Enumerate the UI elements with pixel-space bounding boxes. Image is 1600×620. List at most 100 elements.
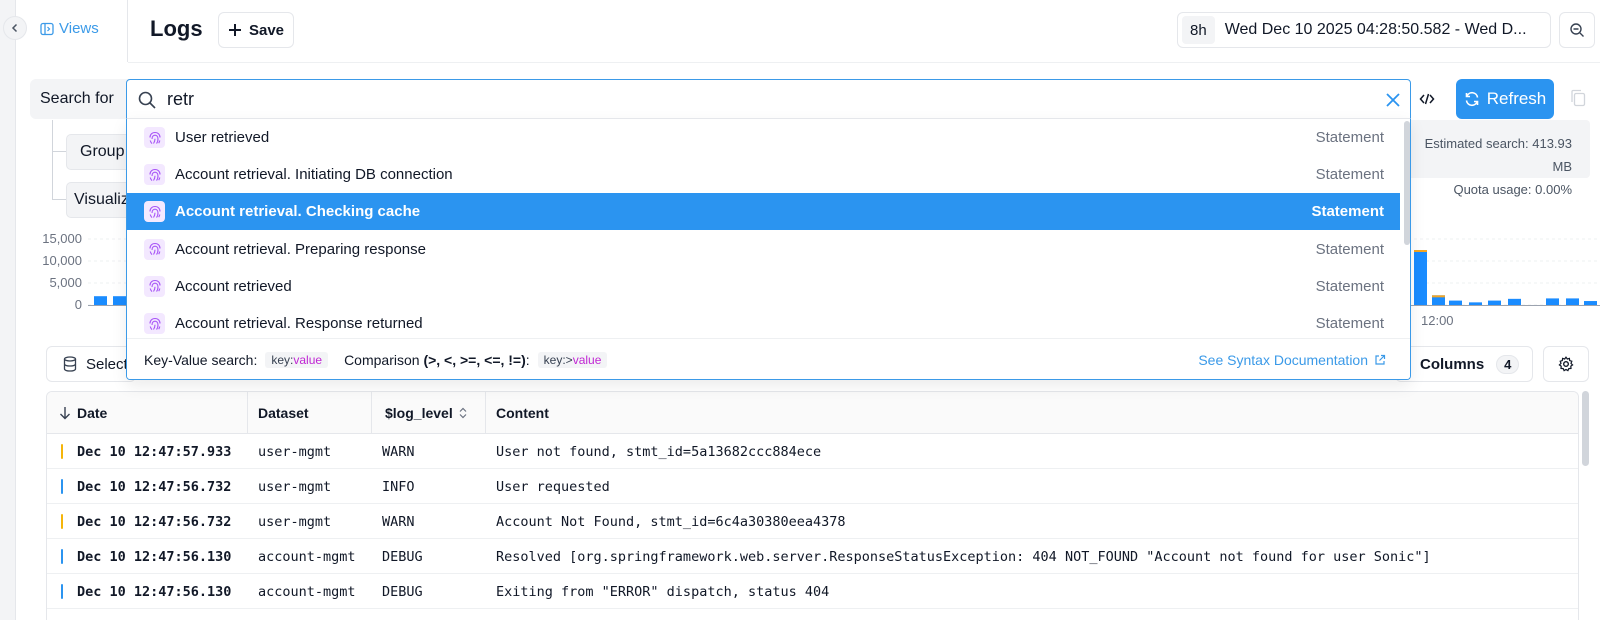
clear-search-button[interactable] [1383,90,1403,110]
suggestion-text: Account retrieval. Preparing response [175,240,426,258]
zoom-out-icon [1570,23,1584,37]
columns-label: Columns [1420,355,1485,373]
quota-usage-text: Quota usage: 0.00% [1453,182,1572,197]
table-row[interactable]: Dec 10 12:47:56.732 user-mgmt WARN Account … [47,504,1578,539]
search-input[interactable] [167,86,1347,112]
cell-date: Dec 10 12:47:56.732 [77,513,232,530]
cell-log-level: DEBUG [382,583,423,600]
suggestion-item[interactable]: User retrieved Statement [127,119,1400,156]
refresh-label: Refresh [1486,89,1547,108]
search-estimate-panel: Estimated search: 413.93 MB Quota usage:… [1405,120,1590,197]
cell-content: User requested [496,478,610,495]
comparison-example-value: value [572,353,602,367]
table-row[interactable]: Dec 10 12:47:56.732 user-mgmt INFO User req… [47,469,1578,504]
copy-button[interactable] [1568,87,1588,109]
code-icon [1419,93,1435,105]
chart-bar[interactable] [1469,302,1482,305]
column-header-dataset[interactable]: Dataset [248,392,372,434]
y-tick-label: 5,000 [49,275,82,290]
suggestion-item[interactable]: Account retrieval. Checking cache Stateme… [127,193,1400,231]
cell-dataset: user-mgmt [258,443,332,460]
cell-content: Account Not Found, stmt_id=6c4a30380eea4… [496,513,846,530]
chart-bar-warn-segment [1432,295,1445,298]
views-link[interactable]: Views [40,20,99,37]
sort-descending-icon [60,407,70,420]
table-scrollbar[interactable] [1582,391,1589,466]
time-range-text: Wed Dec 10 2025 04:28:50.582 - Wed D... [1224,21,1527,38]
syntax-docs-label: See Syntax Documentation [1198,352,1368,368]
suggestion-text: Account retrieval. Checking cache [175,203,421,221]
chart-bar[interactable] [94,296,107,305]
syntax-help-footer: Key-Value search: key:value Comparison (… [127,338,1410,379]
table-settings-button[interactable] [1543,346,1589,382]
suggestion-item[interactable]: Account retrieval. Preparing response Sta… [127,231,1400,268]
log-level-indicator [61,549,63,564]
search-box[interactable] [126,79,1411,119]
search-icon [137,90,157,110]
suggestion-text: User retrieved [175,129,270,146]
save-label: Save [248,21,285,39]
cell-dataset: account-mgmt [258,583,356,600]
suggestion-item[interactable]: Account retrieved Statement [127,268,1400,305]
cell-date: Dec 10 12:47:57.933 [77,443,232,460]
column-label: Content [496,405,549,421]
table-header: Date Dataset $log_level Content [47,392,1578,434]
views-label: Views [59,20,99,37]
fingerprint-icon [144,164,165,186]
fingerprint-icon [144,313,165,334]
database-icon [63,356,77,372]
page-title: Logs [150,16,203,41]
table-row[interactable]: Dec 10 12:47:56.130 account-mgmt DEBUG Reso… [47,539,1578,574]
zoom-out-button[interactable] [1559,12,1595,48]
chart-bar[interactable] [1449,300,1462,305]
syntax-docs-link[interactable]: See Syntax Documentation [1198,352,1386,368]
chart-bar[interactable] [1414,250,1427,305]
chart-bar[interactable] [1584,301,1597,305]
suggestion-item[interactable]: Account retrieval. Response returned Stat… [127,305,1400,342]
refresh-button[interactable]: Refresh [1456,79,1554,119]
save-button[interactable]: Save [218,12,294,48]
suggestion-type: Statement [1315,166,1384,184]
column-label: Date [77,405,108,421]
time-range-picker[interactable]: 8h Wed Dec 10 2025 04:28:50.582 - Wed D.… [1177,12,1551,48]
column-label: Dataset [258,405,309,421]
chart-bar[interactable] [1508,298,1521,305]
time-range-badge[interactable]: 8h [1182,16,1215,44]
suggestion-text: Account retrieval. Response returned [175,315,423,332]
chart-bar[interactable] [113,296,126,305]
logs-table: Date Dataset $log_level Content Dec 10 1… [46,391,1579,620]
chart-bar[interactable] [1546,298,1559,305]
sort-icon [459,407,467,419]
kv-example-key: key: [271,353,294,367]
suggestion-item[interactable]: Account retrieval. Initiating DB connect… [127,156,1400,193]
copy-icon [1571,89,1586,107]
fingerprint-icon [144,238,165,260]
table-row[interactable]: Dec 10 12:47:56.130 account-mgmt DEBUG Exit… [47,574,1578,609]
dropdown-scrollbar[interactable] [1404,121,1410,245]
column-header-date[interactable]: Date [47,392,248,434]
comparison-label: Comparison (>, <, >=, <=, !=): [344,352,530,368]
table-row[interactable]: Dec 10 12:47:57.933 user-mgmt WARN User not… [47,434,1578,469]
refresh-icon [1465,91,1479,107]
chart-bar-warn-segment [1414,250,1427,252]
suggestion-type: Statement [1315,277,1384,295]
y-tick-label: 15,000 [42,231,82,246]
kv-search-label: Key-Value search: [144,352,258,368]
cell-log-level: INFO [382,478,415,495]
y-tick-label: 0 [75,297,82,312]
chart-bar[interactable] [1566,298,1579,305]
code-mode-button[interactable] [1412,79,1442,119]
cell-content: User not found, stmt_id=5a13682ccc884ece [496,443,822,460]
cell-content: Exiting from "ERROR" dispatch, status 40… [496,583,830,600]
column-header-log-level[interactable]: $log_level [372,392,486,434]
column-header-content[interactable]: Content [486,392,1578,434]
comparison-ops: (>, <, >=, <=, !=) [423,352,526,368]
columns-button[interactable]: Columns 4 [1395,346,1533,382]
cell-dataset: account-mgmt [258,548,356,565]
chart-bar[interactable] [1488,300,1501,305]
column-label: $log_level [385,405,453,421]
kv-example: key:value [265,352,329,368]
select-fields-button[interactable]: Select [46,346,136,382]
cell-date: Dec 10 12:47:56.130 [77,548,232,565]
suggestion-type: Statement [1315,240,1384,258]
